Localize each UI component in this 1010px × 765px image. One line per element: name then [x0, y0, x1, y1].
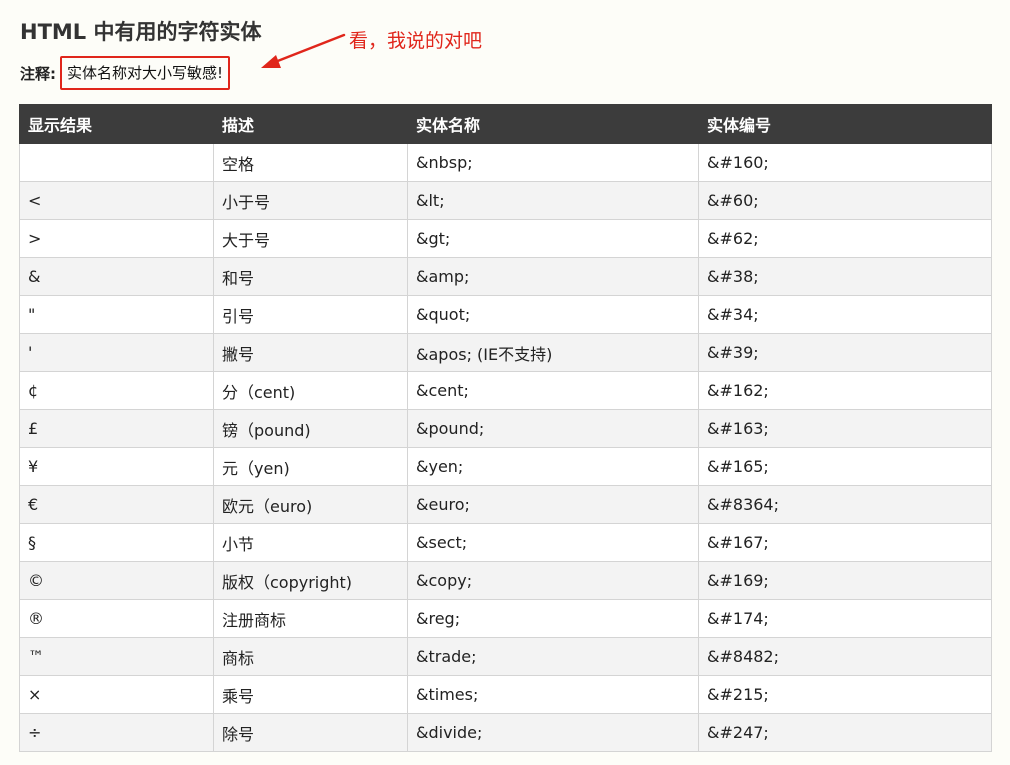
- page-title: HTML 中有用的字符实体: [20, 20, 262, 44]
- cell-entity-name: &trade;: [407, 637, 699, 676]
- table-row: ¢ 分（cent) &cent; &#162;: [19, 371, 992, 410]
- annotation-text: 看，我说的对吧: [349, 30, 483, 52]
- cell-description: 版权（copyright): [213, 561, 408, 600]
- cell-description: 注册商标: [213, 599, 408, 638]
- table-row: © 版权（copyright) &copy; &#169;: [19, 561, 992, 600]
- cell-result: £: [19, 409, 214, 448]
- cell-entity-name: &copy;: [407, 561, 699, 600]
- cell-result: ": [19, 295, 214, 334]
- cell-entity-number: &#38;: [698, 257, 992, 296]
- table-row: ' 撇号 &apos; (IE不支持) &#39;: [19, 333, 992, 372]
- cell-entity-name: &times;: [407, 675, 699, 714]
- table-body: 空格 &nbsp; &#160; < 小于号 &lt; &#60; > 大于号 &gt; &#62;…: [19, 143, 992, 752]
- cell-description: 大于号: [213, 219, 408, 258]
- table-row: 空格 &nbsp; &#160;: [19, 143, 992, 182]
- cell-result: ¥: [19, 447, 214, 486]
- cell-entity-number: &#163;: [698, 409, 992, 448]
- table-row: § 小节 &sect; &#167;: [19, 523, 992, 562]
- cell-entity-number: &#34;: [698, 295, 992, 334]
- cell-description: 撇号: [213, 333, 408, 372]
- cell-description: 小于号: [213, 181, 408, 220]
- cell-entity-name: &cent;: [407, 371, 699, 410]
- cell-description: 元（yen): [213, 447, 408, 486]
- cell-entity-number: &#8482;: [698, 637, 992, 676]
- cell-entity-name: &divide;: [407, 713, 699, 752]
- cell-result: ®: [19, 599, 214, 638]
- table-row: & 和号 &amp; &#38;: [19, 257, 992, 296]
- cell-entity-name: &euro;: [407, 485, 699, 524]
- cell-entity-name: &sect;: [407, 523, 699, 562]
- cell-description: 欧元（euro): [213, 485, 408, 524]
- cell-entity-name: &quot;: [407, 295, 699, 334]
- table-row: " 引号 &quot; &#34;: [19, 295, 992, 334]
- table-row: > 大于号 &gt; &#62;: [19, 219, 992, 258]
- table-row: ÷ 除号 &divide; &#247;: [19, 713, 992, 752]
- cell-entity-number: &#174;: [698, 599, 992, 638]
- cell-result: ©: [19, 561, 214, 600]
- cell-description: 引号: [213, 295, 408, 334]
- column-header-entity-name: 实体名称: [407, 104, 699, 144]
- cell-result: &: [19, 257, 214, 296]
- cell-entity-name: &nbsp;: [407, 143, 699, 182]
- cell-description: 空格: [213, 143, 408, 182]
- cell-description: 和号: [213, 257, 408, 296]
- cell-description: 小节: [213, 523, 408, 562]
- cell-result: <: [19, 181, 214, 220]
- cell-result: ¢: [19, 371, 214, 410]
- cell-entity-number: &#39;: [698, 333, 992, 372]
- cell-entity-number: &#165;: [698, 447, 992, 486]
- cell-entity-name: &lt;: [407, 181, 699, 220]
- cell-entity-number: &#169;: [698, 561, 992, 600]
- cell-description: 乘号: [213, 675, 408, 714]
- table-row: ™ 商标 &trade; &#8482;: [19, 637, 992, 676]
- page: HTML 中有用的字符实体 注释: 实体名称对大小写敏感! 看，我说的对吧 显示…: [0, 0, 1010, 765]
- table-row: € 欧元（euro) &euro; &#8364;: [19, 485, 992, 524]
- cell-entity-name: &yen;: [407, 447, 699, 486]
- table-row: < 小于号 &lt; &#60;: [19, 181, 992, 220]
- cell-result: ': [19, 333, 214, 372]
- cell-description: 除号: [213, 713, 408, 752]
- cell-result: ÷: [19, 713, 214, 752]
- cell-result: [19, 143, 214, 182]
- cell-description: 商标: [213, 637, 408, 676]
- cell-description: 分（cent): [213, 371, 408, 410]
- cell-entity-number: &#60;: [698, 181, 992, 220]
- cell-entity-number: &#62;: [698, 219, 992, 258]
- cell-result: >: [19, 219, 214, 258]
- table-row: £ 镑（pound) &pound; &#163;: [19, 409, 992, 448]
- cell-result: €: [19, 485, 214, 524]
- table-row: ® 注册商标 &reg; &#174;: [19, 599, 992, 638]
- cell-result: ×: [19, 675, 214, 714]
- cell-entity-number: &#167;: [698, 523, 992, 562]
- column-header-description: 描述: [213, 104, 408, 144]
- column-header-result: 显示结果: [19, 104, 214, 144]
- cell-entity-name: &pound;: [407, 409, 699, 448]
- cell-entity-number: &#8364;: [698, 485, 992, 524]
- note-text-highlight: 实体名称对大小写敏感!: [60, 56, 231, 90]
- cell-entity-number: &#215;: [698, 675, 992, 714]
- cell-entity-name: &reg;: [407, 599, 699, 638]
- column-header-entity-number: 实体编号: [698, 104, 992, 144]
- cell-result: ™: [19, 637, 214, 676]
- note-row: 注释: 实体名称对大小写敏感!: [20, 55, 231, 91]
- table-header-row: 显示结果 描述 实体名称 实体编号: [19, 104, 992, 144]
- annotation-arrow-icon: [261, 33, 346, 68]
- cell-entity-number: &#162;: [698, 371, 992, 410]
- table-row: ¥ 元（yen) &yen; &#165;: [19, 447, 992, 486]
- cell-description: 镑（pound): [213, 409, 408, 448]
- cell-entity-number: &#247;: [698, 713, 992, 752]
- cell-result: §: [19, 523, 214, 562]
- cell-entity-name: &gt;: [407, 219, 699, 258]
- note-label: 注释:: [20, 64, 56, 83]
- entity-table: 显示结果 描述 实体名称 实体编号 空格 &nbsp; &#160; < 小于号 &lt;…: [19, 104, 992, 752]
- cell-entity-name: &apos; (IE不支持): [407, 333, 699, 372]
- cell-entity-number: &#160;: [698, 143, 992, 182]
- cell-entity-name: &amp;: [407, 257, 699, 296]
- table-row: × 乘号 &times; &#215;: [19, 675, 992, 714]
